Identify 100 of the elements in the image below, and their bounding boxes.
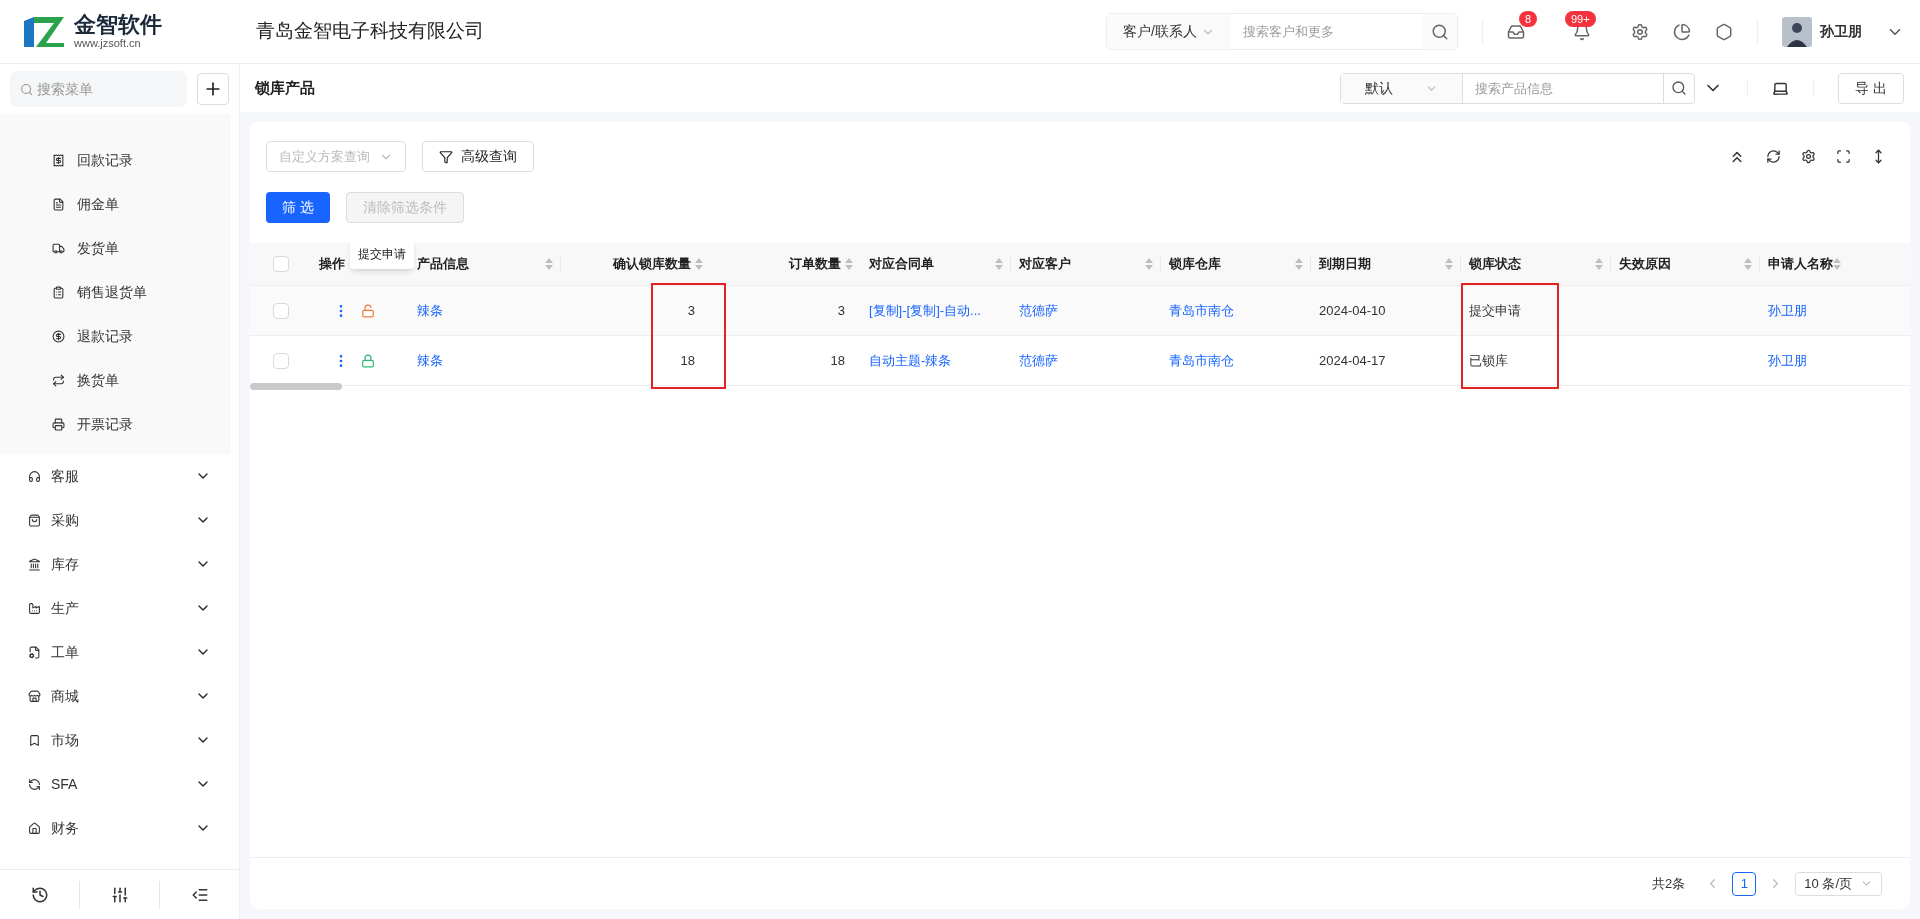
- table-row[interactable]: 辣条 3 3 [复制]-[复制]-自动... 范德萨 青岛市南仓 2024-04-10 提交申请 孙卫朋: [250, 286, 1910, 336]
- column-header[interactable]: 确认锁库数量: [613, 254, 691, 274]
- sliders-icon[interactable]: [110, 885, 129, 904]
- submenu-label: 佣金单: [77, 194, 119, 214]
- submenu-label: 换货单: [77, 370, 119, 390]
- submenu-item[interactable]: 销售退货单: [0, 270, 231, 314]
- table-link[interactable]: 孙卫朋: [1768, 350, 1807, 371]
- submenu-item[interactable]: 发货单: [0, 226, 231, 270]
- menu-group[interactable]: 采购: [0, 498, 239, 542]
- menu-label: 工单: [51, 642, 79, 662]
- headphones-icon: [28, 469, 41, 483]
- global-search[interactable]: 客户/联系人 搜索客户和更多: [1106, 13, 1458, 50]
- advanced-search-button[interactable]: 高级查询: [422, 141, 534, 172]
- table-cell-text: 提交申请: [1469, 301, 1521, 320]
- house-icon: [28, 821, 41, 835]
- inbox-icon[interactable]: [1507, 22, 1525, 41]
- column-header[interactable]: 对应客户: [1019, 254, 1071, 274]
- building-icon: [28, 557, 41, 571]
- menu-search-field[interactable]: 搜索菜单: [10, 71, 187, 107]
- history-icon[interactable]: [30, 885, 49, 904]
- menu-label: 生产: [51, 598, 79, 618]
- product-search[interactable]: 默认 搜索产品信息: [1340, 72, 1696, 104]
- table-link[interactable]: 范德萨: [1019, 300, 1058, 321]
- menu-group[interactable]: 市场: [0, 718, 239, 762]
- table-link[interactable]: 自动主题-辣条: [869, 350, 952, 371]
- table-link[interactable]: 青岛市南仓: [1169, 350, 1234, 371]
- bookmark-icon: [28, 733, 41, 747]
- table-link[interactable]: 辣条: [417, 350, 443, 371]
- table-link[interactable]: [复制]-[复制]-自动...: [869, 300, 981, 321]
- settings-icon[interactable]: [1631, 22, 1649, 41]
- column-header[interactable]: 申请人名称: [1768, 254, 1833, 274]
- menu-label: SFA: [51, 774, 78, 794]
- search-input[interactable]: 搜索菜单: [37, 78, 177, 100]
- menu-label: 采购: [51, 510, 79, 530]
- menu-group[interactable]: SFA: [0, 762, 239, 806]
- add-button[interactable]: [197, 73, 229, 105]
- count-badge: 99+: [1565, 10, 1596, 27]
- table-cell-text: 18: [680, 351, 695, 370]
- document-icon: [52, 197, 65, 211]
- repeat-icon: [52, 373, 65, 387]
- refresh-icon[interactable]: [1766, 149, 1781, 164]
- column-header[interactable]: 到期日期: [1319, 254, 1371, 274]
- column-header[interactable]: 产品信息: [417, 254, 469, 274]
- column-header[interactable]: 订单数量: [789, 254, 841, 274]
- menu-group[interactable]: 财务: [0, 806, 239, 850]
- column-header[interactable]: 失效原因: [1619, 254, 1671, 274]
- table-link[interactable]: 辣条: [417, 300, 443, 321]
- menu-group[interactable]: 生产: [0, 586, 239, 630]
- table-cell-text: 3: [687, 301, 695, 320]
- lock-icon[interactable]: [361, 353, 375, 368]
- menu-label: 商城: [51, 686, 79, 706]
- search-field[interactable]: 搜索产品信息: [1463, 73, 1664, 103]
- menu-group[interactable]: 商城: [0, 674, 239, 718]
- company-name: 青岛金智电子科技有限公司: [256, 19, 484, 44]
- settings-icon[interactable]: [1801, 149, 1816, 164]
- logo-name: 金智软件: [74, 14, 162, 36]
- avatar[interactable]: [1782, 16, 1812, 47]
- column-header[interactable]: 锁库状态: [1469, 254, 1521, 274]
- checkbox[interactable]: [272, 352, 289, 369]
- submenu-item[interactable]: 开票记录: [0, 402, 231, 446]
- user-name[interactable]: 孙卫朋: [1820, 21, 1862, 42]
- menu-group[interactable]: 库存: [0, 542, 239, 586]
- submenu-item[interactable]: 回款记录: [0, 138, 231, 182]
- export-button[interactable]: 导 出: [1838, 72, 1904, 104]
- search-field[interactable]: 搜索客户和更多: [1231, 14, 1423, 49]
- document-gear-icon: [28, 645, 41, 659]
- search-scope[interactable]: 默认: [1341, 73, 1464, 103]
- menu-label: 市场: [51, 730, 79, 750]
- printer-icon: [52, 417, 65, 431]
- submenu-item[interactable]: 退款记录: [0, 314, 231, 358]
- table-link[interactable]: 范德萨: [1019, 350, 1058, 371]
- submenu-item[interactable]: 佣金单: [0, 182, 231, 226]
- submenu-item[interactable]: 换货单: [0, 358, 231, 402]
- submenu-label: 退款记录: [77, 326, 133, 346]
- menu-group[interactable]: 工单: [0, 630, 239, 674]
- checkbox[interactable]: [272, 256, 289, 272]
- filter-button[interactable]: 筛 选: [266, 192, 330, 223]
- table-cell-text: 2024-04-17: [1319, 351, 1386, 370]
- column-header[interactable]: 对应合同单: [869, 254, 934, 274]
- pie-chart-icon[interactable]: [1673, 22, 1691, 41]
- table-link[interactable]: 孙卫朋: [1768, 300, 1807, 321]
- submenu-label: 回款记录: [77, 150, 133, 170]
- store-icon: [28, 689, 41, 703]
- menu-label: 客服: [51, 466, 79, 486]
- submenu-label: 发货单: [77, 238, 119, 258]
- column-header[interactable]: 锁库仓库: [1169, 254, 1221, 274]
- checkbox[interactable]: [272, 302, 289, 319]
- unlock-icon[interactable]: [361, 303, 375, 318]
- page-size-select[interactable]: 10 条/页: [1795, 871, 1882, 896]
- submenu-label: 销售退货单: [77, 282, 147, 302]
- search-scope[interactable]: 客户/联系人: [1107, 14, 1231, 49]
- horizontal-scrollbar[interactable]: [250, 383, 342, 390]
- search-icon: [1671, 80, 1688, 96]
- menu-group[interactable]: 客服: [0, 454, 239, 498]
- table-link[interactable]: 青岛市南仓: [1169, 300, 1234, 321]
- page-number[interactable]: 1: [1732, 871, 1757, 896]
- fullscreen-icon[interactable]: [1836, 149, 1851, 164]
- hexagon-icon[interactable]: [1715, 22, 1733, 41]
- coin-icon: [52, 329, 65, 343]
- search-button[interactable]: [1423, 14, 1457, 49]
